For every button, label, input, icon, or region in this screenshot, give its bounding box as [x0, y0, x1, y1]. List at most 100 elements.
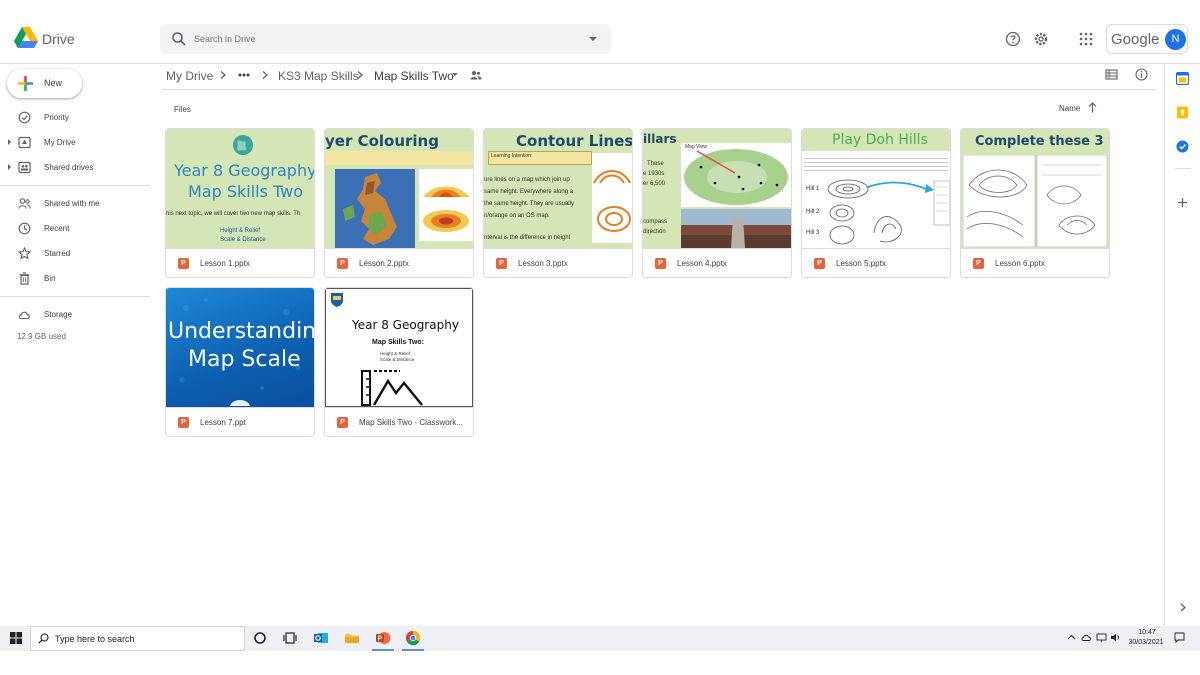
slide-body-text: n/orange on an OS map.: [484, 213, 550, 219]
hill-label: Hill 2: [806, 209, 820, 215]
notifications-icon[interactable]: [1174, 632, 1185, 643]
slide-title: Contour Lines: [516, 132, 632, 150]
nav-divider: [0, 296, 150, 297]
slide-body-text: his next topic, we will cover two new ma…: [166, 211, 301, 217]
app-title[interactable]: Drive: [42, 31, 75, 47]
shared-drives-icon: [18, 161, 31, 174]
folder-menu-caret-icon[interactable]: [452, 73, 458, 76]
nav-item-shared-with-me[interactable]: Shared with me: [0, 195, 150, 215]
chrome-icon[interactable]: [405, 630, 421, 646]
worksheet-images: [963, 155, 1107, 247]
school-crest-icon: [331, 293, 343, 307]
file-card-lesson-1[interactable]: Year 8 Geography Map Skills Two his next…: [165, 128, 315, 278]
new-button[interactable]: New: [7, 69, 82, 98]
file-card-lesson-3[interactable]: Contour Lines Learning Intention: ure li…: [483, 128, 633, 278]
svg-text:P: P: [378, 636, 383, 643]
search-bar[interactable]: [160, 24, 611, 54]
expand-arrow-icon[interactable]: [8, 139, 11, 145]
file-thumbnail: Complete these 3 w: [961, 129, 1109, 248]
slide-intention-box: [325, 151, 473, 165]
nav-item-shared-drives[interactable]: Shared drives: [0, 159, 150, 179]
list-view-icon[interactable]: [1105, 68, 1118, 81]
sort-ascending-arrow-icon[interactable]: [1088, 102, 1097, 113]
file-card-lesson-6[interactable]: Complete these 3 w P Lesson 6.pptx: [960, 128, 1110, 278]
taskbar-clock-time[interactable]: 10:47: [1131, 629, 1163, 636]
breadcrumb-ks3-map-skills[interactable]: KS3 Map Skills: [278, 69, 359, 83]
slide-bullet: Scale & Distance: [380, 357, 415, 362]
slide-body-text: same height. Everywhere along a: [484, 189, 574, 195]
nav-item-recent[interactable]: Recent: [0, 220, 150, 240]
map-view-label: Map View: [685, 144, 707, 150]
check-circle-icon: [18, 111, 31, 124]
search-input[interactable]: [194, 30, 574, 48]
outlook-icon[interactable]: [313, 630, 329, 646]
tray-overflow-chevron-icon[interactable]: [1066, 632, 1077, 643]
expand-panel-chevron-icon[interactable]: [1176, 601, 1189, 614]
slide-body-text: e 1930s: [643, 171, 665, 177]
shared-folder-icon: [470, 71, 482, 80]
breadcrumb-my-drive[interactable]: My Drive: [166, 69, 213, 83]
more-horizontal-icon[interactable]: [238, 73, 250, 77]
help-icon[interactable]: [1005, 31, 1021, 47]
file-card-lesson-5[interactable]: Play Doh Hills Hill 1 Hill 2 Hill 3 P Le…: [801, 128, 951, 278]
slide-body-text: nterval is the difference in height: [484, 235, 571, 241]
apps-grid-icon[interactable]: [1078, 31, 1094, 47]
drive-logo-icon[interactable]: [14, 27, 38, 49]
slide-bullet: Height & Relief: [380, 351, 411, 356]
expand-arrow-icon[interactable]: [8, 164, 11, 170]
sort-by-name-button[interactable]: Name: [1059, 104, 1080, 113]
file-card-footer: P Lesson 6.pptx: [961, 248, 1109, 277]
slide-intention-box: Learning Intention:: [488, 151, 592, 165]
file-card-lesson-2[interactable]: yer Colouring P Lesson 2.pptx: [324, 128, 474, 278]
slide-body-text: compass: [643, 219, 668, 225]
side-panel: [1164, 64, 1200, 626]
nav-item-starred[interactable]: Starred: [0, 245, 150, 265]
add-addon-plus-icon[interactable]: [1176, 196, 1189, 209]
account-switcher[interactable]: Google N: [1106, 24, 1188, 54]
globe-icon: [233, 135, 253, 155]
info-icon[interactable]: [1135, 68, 1148, 81]
file-card-lesson-7[interactable]: Understanding Map Scale P Lesson 7.ppt: [165, 287, 315, 437]
file-card-lesson-4[interactable]: illars These e 1930s er 6,500 compass di…: [642, 128, 792, 278]
volume-speaker-icon[interactable]: [1110, 632, 1121, 643]
file-explorer-icon[interactable]: [344, 630, 360, 646]
nav-item-bin[interactable]: Bin: [0, 270, 150, 290]
side-panel-divider: [1175, 168, 1191, 169]
slide-subtitle: Map Skills Two:: [372, 339, 424, 346]
hill-label: Hill 3: [806, 230, 820, 236]
chevron-right-icon: [220, 71, 226, 79]
settings-gear-icon[interactable]: [1033, 31, 1049, 47]
network-icon[interactable]: [1096, 632, 1107, 643]
nav-item-priority[interactable]: Priority: [0, 109, 150, 129]
powerpoint-icon: P: [655, 258, 666, 269]
file-name: Lesson 6.pptx: [995, 259, 1045, 268]
avatar[interactable]: N: [1165, 29, 1186, 50]
search-options-icon[interactable]: [589, 37, 597, 41]
taskbar-search-box[interactable]: Type here to search: [30, 626, 245, 651]
slide-title-line: Map Scale: [188, 347, 301, 372]
contour-hill-diagram: [419, 169, 473, 241]
contour-sketches: [827, 179, 950, 245]
powerpoint-app-icon[interactable]: P: [375, 630, 391, 646]
powerpoint-icon: P: [496, 258, 507, 269]
keep-notes-icon[interactable]: [1176, 106, 1189, 119]
calendar-icon[interactable]: [1176, 72, 1189, 85]
powerpoint-icon: P: [337, 258, 348, 269]
tasks-icon[interactable]: [1176, 140, 1189, 153]
windows-start-icon[interactable]: [10, 632, 22, 644]
clock-icon: [18, 222, 31, 235]
onedrive-cloud-icon[interactable]: [1081, 632, 1092, 643]
file-name: Lesson 3.pptx: [518, 259, 568, 268]
file-name: Map Skills Two - Classwork...: [359, 418, 463, 427]
file-card-map-skills-classwork[interactable]: Year 8 Geography Map Skills Two: Height …: [324, 287, 474, 437]
file-card-footer: P Lesson 2.pptx: [325, 248, 473, 277]
nav-item-storage[interactable]: Storage: [0, 306, 150, 326]
taskbar-clock-date[interactable]: 30/03/2021: [1124, 639, 1168, 646]
breadcrumb-current-folder[interactable]: Map Skills Two: [374, 69, 454, 83]
search-icon[interactable]: [171, 31, 187, 47]
cortana-icon[interactable]: [252, 630, 268, 646]
nav-item-my-drive[interactable]: My Drive: [0, 134, 150, 154]
intention-label: Learning Intention:: [491, 153, 533, 159]
task-view-icon[interactable]: [282, 630, 298, 646]
powerpoint-icon: P: [178, 417, 189, 428]
